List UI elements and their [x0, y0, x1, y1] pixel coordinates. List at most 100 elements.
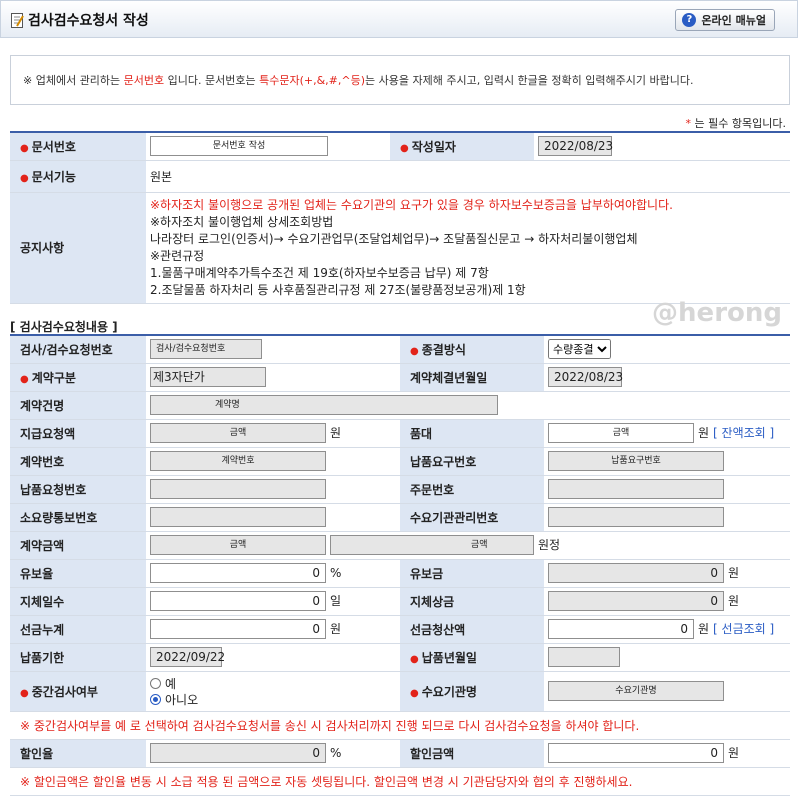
inspection-request-table: 검사/검수요청번호 검사/검수요청번호 ● 종결방식 수량종결 ● 계약구분 제3자… — [10, 334, 790, 796]
discount-amount-input[interactable]: 0 — [548, 743, 724, 763]
retention-amount-label: 유보금 — [400, 559, 544, 588]
date-label: ● 작성일자 — [390, 132, 534, 161]
discount-amount-unit: 원 — [728, 745, 740, 760]
retention-rate-label: 유보율 — [10, 559, 146, 588]
retention-rate-unit: % — [330, 565, 342, 580]
balance-inquiry-link[interactable]: [ 잔액조회 ] — [713, 426, 774, 440]
advance-total-input[interactable]: 0 — [150, 619, 326, 639]
agency-name-label: ● 수요기관명 — [400, 671, 544, 712]
document-edit-icon — [11, 13, 24, 28]
notice-line-1: ※하자조치 불이행으로 공개된 업체는 수요기관의 요구가 있을 경우 하자보수… — [150, 197, 673, 212]
order-no-field — [548, 479, 724, 499]
delay-penalty-unit: 원 — [728, 593, 740, 608]
pay-req-field: 금액 — [150, 423, 326, 443]
online-manual-button[interactable]: ? 온라인 매뉴얼 — [675, 9, 775, 31]
contract-type-label: ● 계약구분 — [10, 363, 146, 392]
func-label: ● 문서기능 — [10, 160, 146, 193]
contract-no-label: 계약번호 — [10, 447, 146, 476]
delay-penalty-field: 0 — [548, 591, 724, 611]
contract-type-field: 제3자단가 — [150, 367, 266, 387]
retention-rate-input[interactable]: 0 — [150, 563, 326, 583]
req-no-label: 검사/검수요청번호 — [10, 335, 146, 364]
mid-inspect-warning: ※ 중간검사여부를 예 로 선택하여 검사검수요청서를 송신 시 검사처리까지 … — [10, 711, 790, 740]
help-icon: ? — [682, 13, 697, 27]
contract-date-label: 계약체결년월일 — [400, 363, 544, 392]
advance-settle-label: 선금청산액 — [400, 615, 544, 644]
contract-amount-label: 계약금액 — [10, 531, 146, 560]
advance-inquiry-link[interactable]: [ 선금조회 ] — [713, 622, 774, 636]
delay-days-label: 지체일수 — [10, 587, 146, 616]
notice-suffix: 는 사용을 자제해 주시고, 입력시 한글을 정확히 입력해주시기 바랍니다. — [365, 74, 694, 87]
online-manual-label: 온라인 매뉴얼 — [701, 14, 766, 27]
price-input[interactable]: 금액 — [548, 423, 694, 443]
title-bar: 검사검수요청서 작성 ? 온라인 매뉴얼 — [0, 0, 798, 38]
contract-amount-field-1: 금액 — [150, 535, 326, 555]
price-unit: 원 — [698, 425, 710, 440]
discount-rate-field: 0 — [150, 743, 326, 763]
delay-days-input[interactable]: 0 — [150, 591, 326, 611]
document-info-table: ● 문서번호 문서번호 작성 ● 작성일자 2022/08/23 ● 문서기능 원본 … — [10, 131, 790, 304]
doc-number-notice: ※ 업체에서 관리하는 문서번호 입니다. 문서번호는 특수문자(+,&,#,^… — [10, 55, 790, 105]
notice-content: ※하자조치 불이행으로 공개된 업체는 수요기관의 요구가 있을 경우 하자보수… — [146, 192, 790, 304]
func-value: 원본 — [146, 160, 790, 193]
contract-amount-field-2: 금액 — [330, 535, 534, 555]
order-no-label: 주문번호 — [400, 475, 544, 504]
retention-amount-field: 0 — [548, 563, 724, 583]
delivery-request-no-field — [150, 479, 326, 499]
end-method-label: ● 종결방식 — [400, 335, 544, 364]
delay-penalty-label: 지체상금 — [400, 587, 544, 616]
advance-settle-unit: 원 — [698, 621, 710, 636]
agency-mgmt-no-label: 수요기관관리번호 — [400, 503, 544, 532]
notice-label: 공지사항 — [10, 192, 146, 304]
watermark: @herong — [652, 298, 782, 328]
retention-amount-unit: 원 — [728, 565, 740, 580]
notice-no-field — [150, 507, 326, 527]
discount-rate-unit: % — [330, 745, 342, 760]
pay-req-label: 지급요청액 — [10, 419, 146, 448]
advance-settle-input[interactable]: 0 — [548, 619, 694, 639]
radio-unchecked-icon — [150, 677, 161, 689]
deadline-label: 납품기한 — [10, 643, 146, 672]
doc-no-input[interactable]: 문서번호 작성 — [150, 136, 328, 157]
contract-name-label: 계약건명 — [10, 391, 146, 420]
req-no-field: 검사/검수요청번호 — [150, 339, 262, 360]
discount-rate-label: 할인율 — [10, 739, 146, 768]
page-title: 검사검수요청서 작성 — [28, 13, 149, 29]
advance-total-label: 선금누계 — [10, 615, 146, 644]
mid-inspect-no-radio[interactable]: 아니오 — [150, 691, 396, 707]
delivery-request-no-label: 납품요청번호 — [10, 475, 146, 504]
pay-req-unit: 원 — [330, 425, 342, 440]
contract-no-field: 계약번호 — [150, 451, 326, 471]
radio-checked-icon — [150, 693, 161, 705]
delivery-req-no-label: 납품요구번호 — [400, 447, 544, 476]
required-note: * 는 필수 항목입니다. — [686, 115, 786, 131]
notice-prefix: ※ 업체에서 관리하는 — [23, 74, 124, 87]
advance-total-unit: 원 — [330, 621, 342, 636]
agency-mgmt-no-field — [548, 507, 724, 527]
delay-days-unit: 일 — [330, 593, 342, 608]
delivery-req-no-field: 납품요구번호 — [548, 451, 724, 471]
delivery-month-field[interactable] — [548, 647, 620, 667]
notice-line-3: 나라장터 로그인(인증서)→ 수요기관업무(조달업체업무)→ 조달품질신문고 →… — [150, 231, 638, 246]
contract-amount-unit: 원정 — [538, 537, 561, 552]
date-field: 2022/08/23 — [538, 136, 613, 157]
notice-line-2: ※하자조치 불이행업체 상세조회방법 — [150, 214, 334, 229]
notice-line-4: ※관련규정 — [150, 248, 205, 263]
contract-name-field: 계약명 — [150, 395, 498, 415]
price-label: 품대 — [400, 419, 544, 448]
required-note-text: 는 필수 항목입니다. — [691, 117, 786, 130]
delivery-month-label: ● 납품년월일 — [400, 643, 544, 672]
contract-date-field: 2022/08/23 — [548, 367, 623, 387]
mid-inspect-label: ● 중간검사여부 — [10, 671, 146, 712]
notice-highlight-special: 특수문자(+,&,#,^등) — [259, 74, 366, 87]
notice-mid: 입니다. 문서번호는 — [164, 74, 260, 87]
discount-warning: ※ 할인금액은 할인율 변동 시 소급 적용 된 금액으로 자동 셋팅됩니다. … — [10, 767, 790, 796]
notice-line-5: 1.물품구매계약추가특수조건 제 19호(하자보수보증금 납무) 제 7항 — [150, 265, 489, 280]
doc-no-label: ● 문서번호 — [10, 132, 146, 161]
mid-inspect-yes-radio[interactable]: 예 — [150, 675, 396, 691]
end-method-select[interactable]: 수량종결 — [548, 339, 611, 360]
notice-highlight-docno: 문서번호 — [123, 74, 165, 87]
notice-no-label: 소요량통보번호 — [10, 503, 146, 532]
notice-line-6: 2.조달물품 하자처리 등 사후품질관리규정 제 27조(불량품정보공개)제 1… — [150, 282, 526, 297]
section-title: [ 검사검수요청내용 ] — [10, 320, 118, 334]
